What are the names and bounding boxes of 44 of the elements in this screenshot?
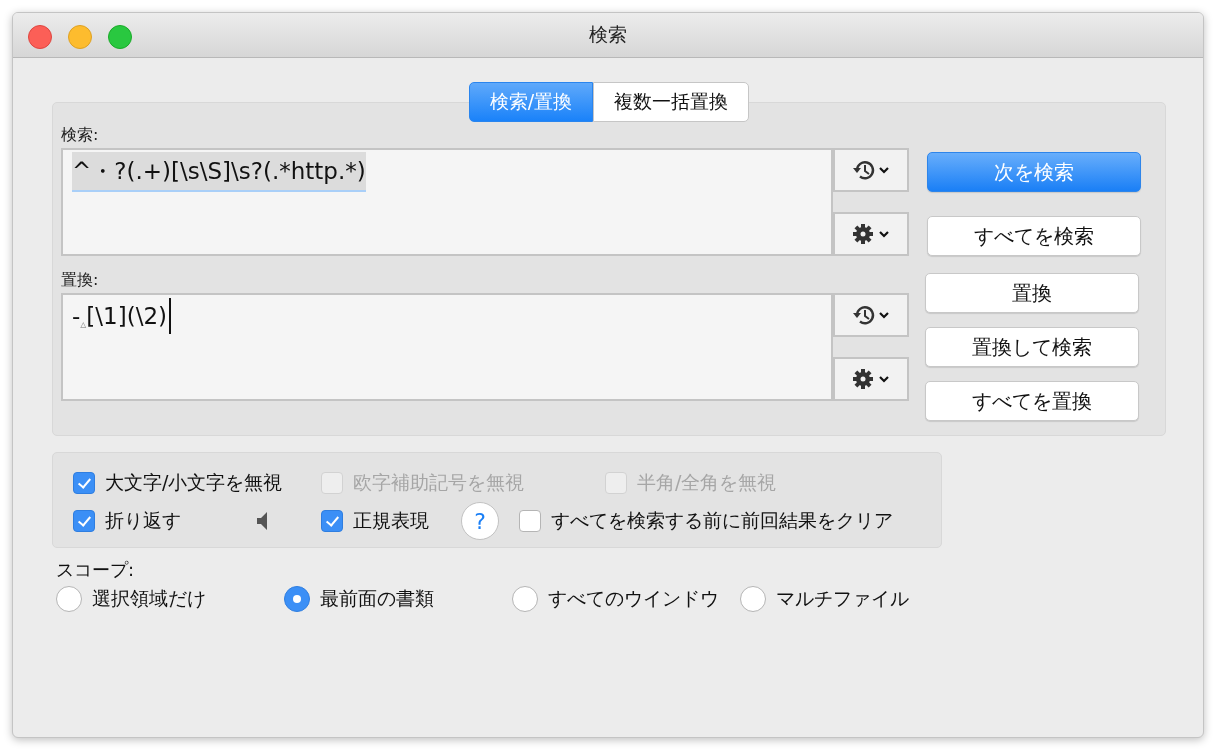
- settings-icon: [851, 222, 891, 246]
- radio-button[interactable]: [740, 586, 766, 612]
- help-button[interactable]: ?: [461, 502, 499, 540]
- radio-label: 最前面の書類: [320, 586, 434, 611]
- history-icon: [851, 158, 891, 182]
- checkbox-label: 正規表現: [353, 508, 429, 533]
- radio-label: 選択領域だけ: [92, 586, 206, 611]
- window-title: 検索: [589, 22, 627, 47]
- close-button[interactable]: [28, 25, 52, 49]
- gear-menu-button[interactable]: [833, 357, 909, 401]
- field-value: ^・?(.+)[\s\S]\s?(.*http.*): [72, 152, 366, 192]
- checkbox[interactable]: [73, 472, 95, 494]
- radio-label: マルチファイル: [776, 586, 909, 611]
- checkbox-label: 大文字/小文字を無視: [105, 470, 283, 495]
- field-label: 検索:: [61, 125, 100, 146]
- checkbox-label: 折り返す: [105, 508, 181, 533]
- history-button[interactable]: [833, 293, 909, 337]
- radio-button[interactable]: [284, 586, 310, 612]
- history-button[interactable]: [833, 148, 909, 192]
- radio-button[interactable]: [512, 586, 538, 612]
- minimize-button[interactable]: [68, 25, 92, 49]
- action-button[interactable]: すべてを検索: [927, 216, 1141, 256]
- checkbox-label: すべてを検索する前に前回結果をクリア: [551, 508, 893, 533]
- zoom-button[interactable]: [108, 25, 132, 49]
- field-value: -▵[\1](\2): [72, 297, 171, 335]
- replace-field[interactable]: -▵[\1](\2): [61, 293, 833, 401]
- tab[interactable]: 複数一括置換: [593, 82, 750, 122]
- action-button[interactable]: 置換: [925, 273, 1139, 313]
- action-button[interactable]: すべてを置換: [925, 381, 1139, 421]
- gear-menu-button[interactable]: [833, 212, 909, 256]
- speaker-icon: [257, 512, 267, 530]
- scope-label: スコープ:: [56, 558, 136, 582]
- settings-icon: [851, 367, 891, 391]
- field-label: 置換:: [61, 270, 100, 291]
- checkbox[interactable]: [73, 510, 95, 532]
- history-icon: [851, 303, 891, 327]
- checkbox[interactable]: [519, 510, 541, 532]
- search-field[interactable]: ^・?(.+)[\s\S]\s?(.*http.*): [61, 148, 833, 256]
- radio-button[interactable]: [56, 586, 82, 612]
- radio-label: すべてのウインドウ: [548, 586, 719, 611]
- checkbox-label: 欧字補助記号を無視: [353, 470, 524, 495]
- checkbox-label: 半角/全角を無視: [637, 470, 777, 495]
- checkbox[interactable]: [321, 510, 343, 532]
- action-button[interactable]: 置換して検索: [925, 327, 1139, 367]
